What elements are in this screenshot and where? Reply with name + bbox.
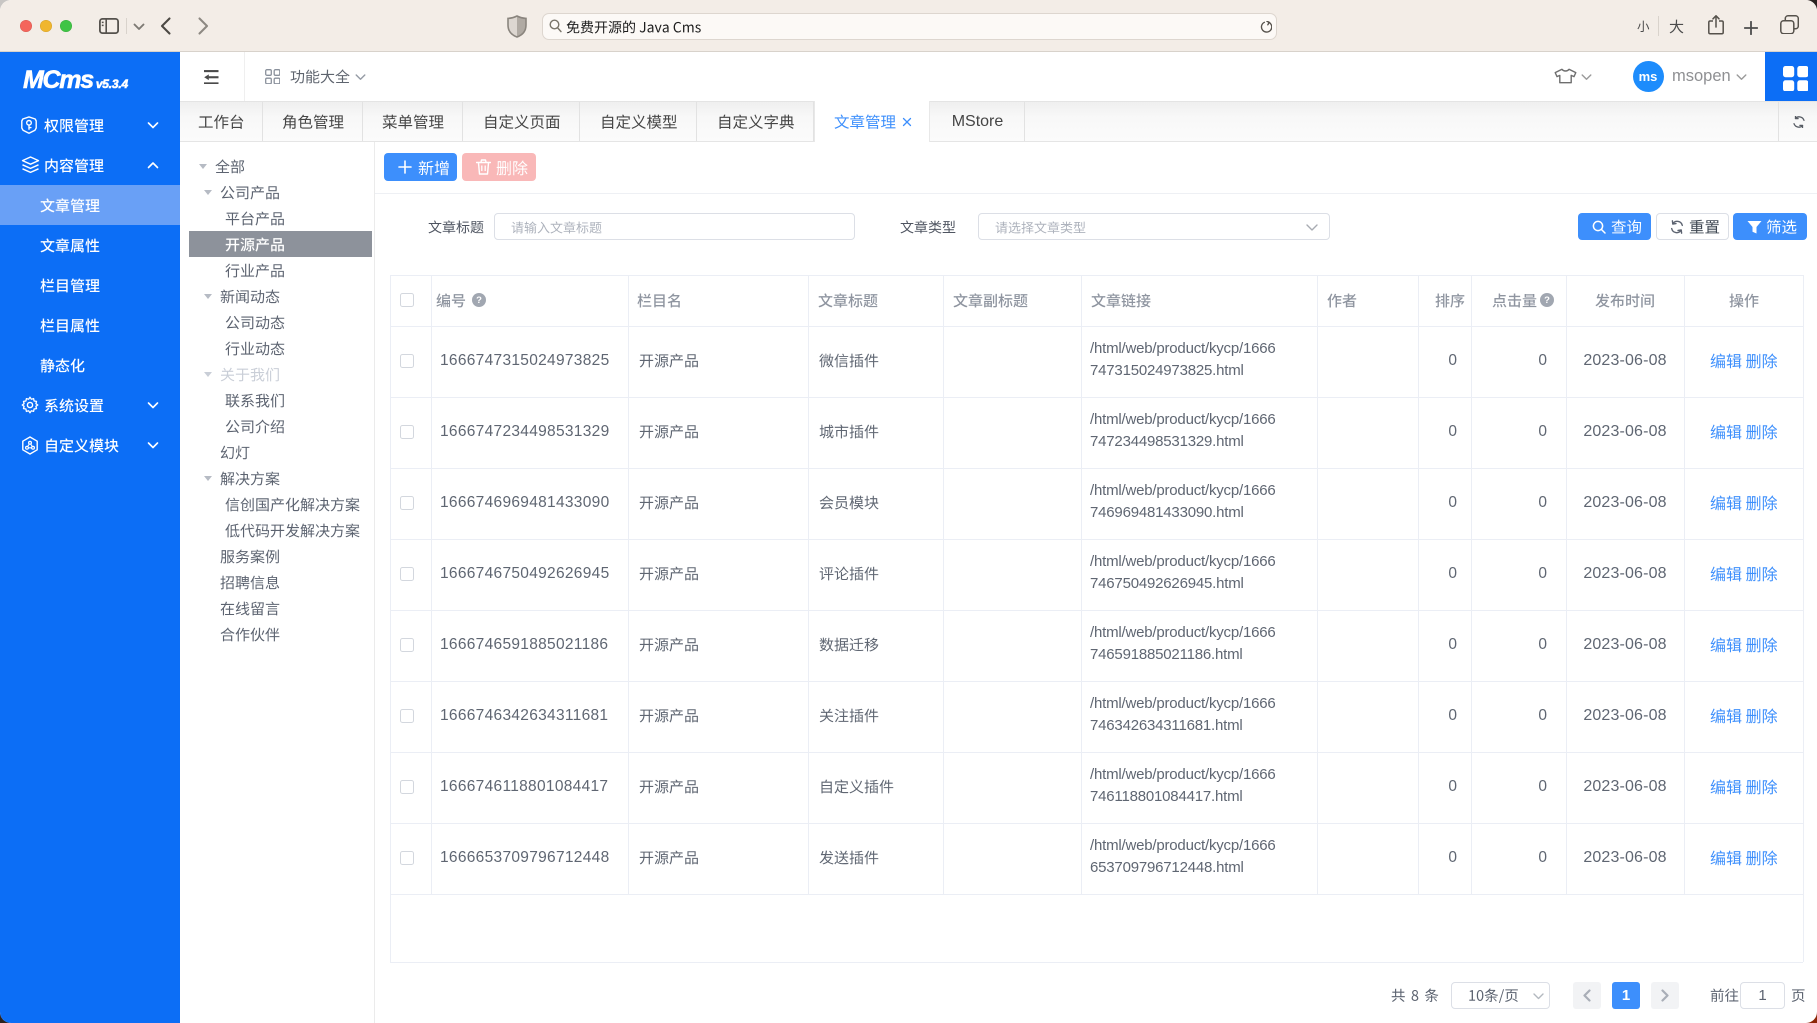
svg-text:?: ? bbox=[476, 295, 482, 306]
svg-text:?: ? bbox=[1544, 295, 1550, 306]
